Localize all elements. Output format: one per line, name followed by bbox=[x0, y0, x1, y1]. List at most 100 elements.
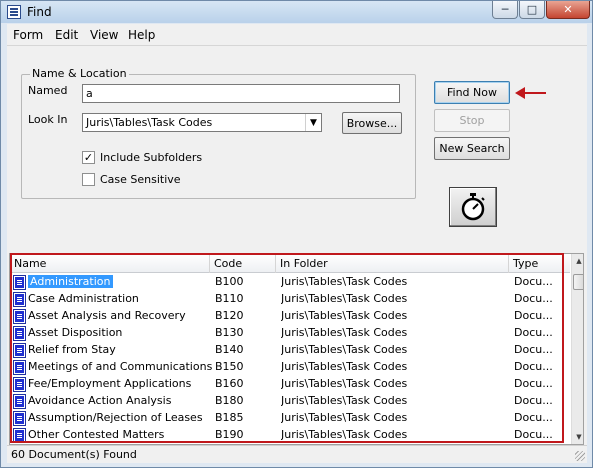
column-code[interactable]: Code bbox=[210, 254, 276, 273]
include-subfolders-checkbox[interactable]: ✓ bbox=[82, 151, 95, 164]
cell-code: B190 bbox=[215, 428, 244, 441]
table-row[interactable]: Fee/Employment Applications B160 Juris\Tab… bbox=[10, 376, 570, 393]
document-icon bbox=[13, 377, 26, 392]
cell-code: B110 bbox=[215, 292, 244, 305]
cell-type: Docu... bbox=[514, 360, 553, 373]
document-icon bbox=[13, 428, 26, 443]
table-row[interactable]: Avoidance Action Analysis B180 Juris\Table… bbox=[10, 393, 570, 410]
cell-type: Docu... bbox=[514, 394, 553, 407]
cell-code: B150 bbox=[215, 360, 244, 373]
chevron-down-icon[interactable]: ▼ bbox=[305, 114, 321, 131]
look-in-label: Look In bbox=[28, 113, 68, 126]
stop-button[interactable]: Stop bbox=[434, 109, 510, 132]
cell-folder: Juris\Tables\Task Codes bbox=[281, 377, 408, 390]
document-icon bbox=[13, 275, 26, 290]
cell-folder: Juris\Tables\Task Codes bbox=[281, 428, 408, 441]
maximize-icon: □ bbox=[526, 3, 538, 16]
cell-name: Asset Analysis and Recovery bbox=[28, 309, 186, 322]
cell-name: Case Administration bbox=[28, 292, 139, 305]
column-type[interactable]: Type bbox=[509, 254, 570, 273]
document-icon bbox=[13, 394, 26, 409]
document-icon bbox=[13, 343, 26, 358]
document-icon bbox=[13, 292, 26, 307]
table-row[interactable]: Case Administration B110 Juris\Tables\Task… bbox=[10, 291, 570, 308]
cell-code: B120 bbox=[215, 309, 244, 322]
find-window: Find ─ □ ✕ Form Edit View Help Name & Lo… bbox=[0, 0, 593, 468]
title-bar[interactable]: Find ─ □ ✕ bbox=[1, 1, 592, 23]
results-rows: Administration B100 Juris\Tables\Task Code… bbox=[10, 274, 570, 444]
case-sensitive-label: Case Sensitive bbox=[100, 173, 181, 186]
document-icon bbox=[13, 326, 26, 341]
column-name[interactable]: Name bbox=[10, 254, 210, 273]
document-icon bbox=[13, 360, 26, 375]
look-in-select[interactable]: Juris\Tables\Task Codes ▼ bbox=[82, 113, 322, 132]
menu-bar: Form Edit View Help bbox=[7, 24, 587, 46]
named-input[interactable]: a bbox=[82, 84, 400, 103]
app-icon bbox=[7, 5, 21, 19]
menu-help[interactable]: Help bbox=[128, 28, 155, 42]
group-legend: Name & Location bbox=[30, 67, 129, 80]
cell-code: B140 bbox=[215, 343, 244, 356]
table-row[interactable]: Assumption/Rejection of Leases B185 Juris\… bbox=[10, 410, 570, 427]
cell-folder: Juris\Tables\Task Codes bbox=[281, 309, 408, 322]
cell-name: Asset Disposition bbox=[28, 326, 123, 339]
case-sensitive-checkbox[interactable] bbox=[82, 173, 95, 186]
cell-name: Avoidance Action Analysis bbox=[28, 394, 172, 407]
cell-type: Docu... bbox=[514, 275, 553, 288]
look-in-value: Juris\Tables\Task Codes bbox=[86, 116, 213, 129]
cell-code: B180 bbox=[215, 394, 244, 407]
cell-name: Meetings of and Communications bbox=[28, 360, 213, 373]
window-title: Find bbox=[27, 5, 52, 19]
resize-grip-icon[interactable] bbox=[575, 451, 585, 461]
minimize-button[interactable]: ─ bbox=[492, 1, 518, 19]
cell-folder: Juris\Tables\Task Codes bbox=[281, 394, 408, 407]
cell-code: B160 bbox=[215, 377, 244, 390]
close-button[interactable]: ✕ bbox=[546, 1, 590, 19]
stopwatch-button[interactable] bbox=[449, 187, 497, 227]
cell-folder: Juris\Tables\Task Codes bbox=[281, 326, 408, 339]
name-location-group: Name & Location Named a Look In Juris\Ta… bbox=[21, 67, 416, 199]
cell-type: Docu... bbox=[514, 428, 553, 441]
cell-code: B100 bbox=[215, 275, 244, 288]
include-subfolders-label: Include Subfolders bbox=[100, 151, 203, 164]
stopwatch-icon bbox=[461, 193, 485, 221]
document-icon bbox=[13, 309, 26, 324]
table-row[interactable]: Administration B100 Juris\Tables\Task Code… bbox=[10, 274, 570, 291]
scroll-up-icon[interactable]: ▲ bbox=[572, 254, 583, 268]
status-bar: 60 Document(s) Found bbox=[7, 445, 587, 463]
menu-view[interactable]: View bbox=[90, 28, 118, 42]
cell-name: Relief from Stay bbox=[28, 343, 116, 356]
browse-button[interactable]: Browse... bbox=[342, 112, 402, 134]
cell-type: Docu... bbox=[514, 343, 553, 356]
cell-name: Administration bbox=[28, 275, 113, 288]
cell-folder: Juris\Tables\Task Codes bbox=[281, 275, 408, 288]
close-icon: ✕ bbox=[563, 3, 573, 16]
document-icon bbox=[13, 411, 26, 426]
find-now-button[interactable]: Find Now bbox=[434, 81, 510, 104]
cell-type: Docu... bbox=[514, 326, 553, 339]
cell-name: Fee/Employment Applications bbox=[28, 377, 192, 390]
cell-folder: Juris\Tables\Task Codes bbox=[281, 411, 408, 424]
menu-edit[interactable]: Edit bbox=[55, 28, 78, 42]
cell-name: Assumption/Rejection of Leases bbox=[28, 411, 203, 424]
scroll-down-icon[interactable]: ▼ bbox=[572, 430, 583, 444]
table-row[interactable]: Relief from Stay B140 Juris\Tables\Task Co… bbox=[10, 342, 570, 359]
red-arrow-icon bbox=[515, 87, 546, 99]
results-header: Name Code In Folder Type bbox=[10, 254, 570, 273]
table-row[interactable]: Other Contested Matters B190 Juris\Tables\… bbox=[10, 427, 570, 444]
results-list[interactable]: Name Code In Folder Type Administration B… bbox=[9, 253, 584, 445]
maximize-button[interactable]: □ bbox=[519, 1, 545, 19]
column-in-folder[interactable]: In Folder bbox=[276, 254, 509, 273]
scroll-thumb[interactable] bbox=[573, 274, 583, 290]
checkmark-icon: ✓ bbox=[83, 151, 94, 164]
new-search-button[interactable]: New Search bbox=[434, 137, 510, 160]
table-row[interactable]: Asset Disposition B130 Juris\Tables\Task C… bbox=[10, 325, 570, 342]
table-row[interactable]: Asset Analysis and Recovery B120 Juris\Tab… bbox=[10, 308, 570, 325]
minimize-icon: ─ bbox=[501, 3, 509, 16]
vertical-scrollbar[interactable]: ▲ ▼ bbox=[571, 254, 583, 444]
cell-folder: Juris\Tables\Task Codes bbox=[281, 360, 408, 373]
cell-type: Docu... bbox=[514, 292, 553, 305]
cell-type: Docu... bbox=[514, 411, 553, 424]
menu-form[interactable]: Form bbox=[13, 28, 43, 42]
table-row[interactable]: Meetings of and Communications B150 Juris\… bbox=[10, 359, 570, 376]
